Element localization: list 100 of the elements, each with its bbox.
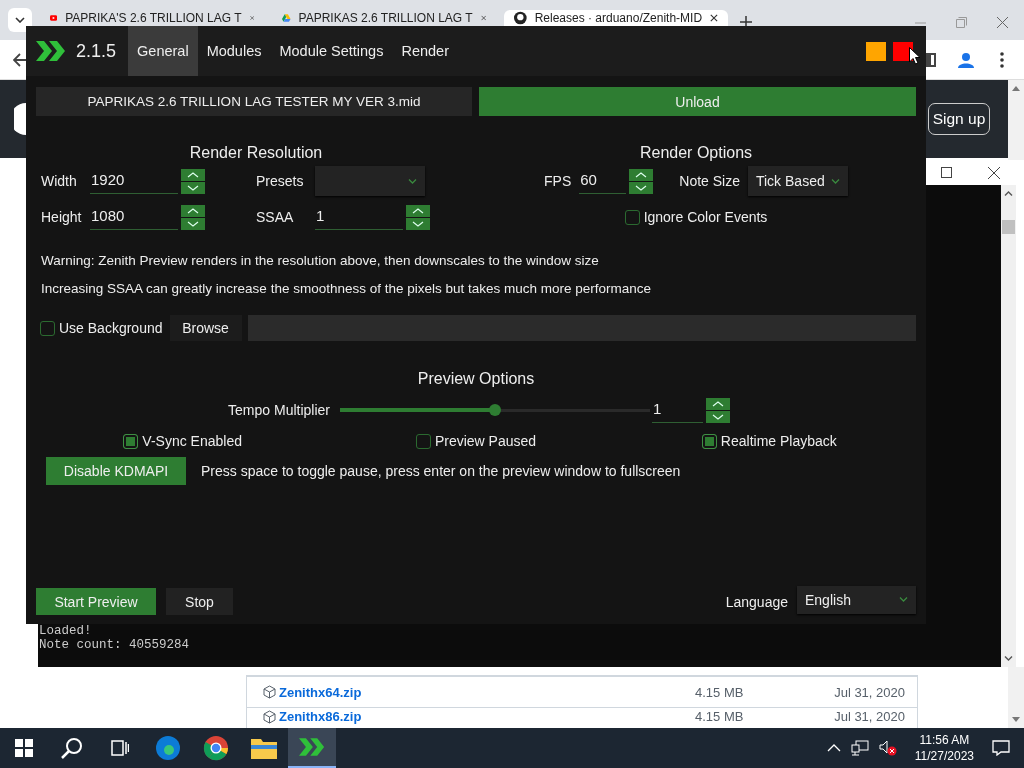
chevron-up-icon (1004, 191, 1013, 196)
close-icon[interactable] (988, 166, 1000, 179)
wave-browser-icon[interactable] (155, 735, 181, 761)
spin-down-button[interactable] (181, 217, 205, 230)
notification-icon[interactable] (992, 740, 1010, 756)
section-title: Render Options (638, 143, 754, 163)
spin-up-button[interactable] (706, 397, 730, 410)
checkbox-label: Preview Paused (434, 433, 537, 449)
section-title: Render Resolution (188, 143, 324, 163)
scrollbar[interactable] (1001, 185, 1016, 667)
scrollbar[interactable] (1008, 667, 1024, 728)
chevron-down-icon (187, 184, 199, 191)
browser-tab[interactable]: PAPRIKA'S 2.6 TRILLION LAG T (40, 10, 264, 26)
checkbox[interactable] (701, 433, 717, 449)
sign-up-button[interactable]: Sign up (928, 103, 990, 135)
chevron-down-icon (408, 178, 417, 184)
minimize-button[interactable] (866, 41, 886, 61)
slider-label: Tempo Multiplier (227, 402, 330, 418)
side-panel-icon[interactable] (926, 52, 936, 67)
tab[interactable]: Module Settings (270, 26, 393, 76)
clock-date[interactable]: 11/27/2023 (914, 748, 974, 764)
muted-speaker-icon[interactable] (878, 740, 897, 756)
asset-link[interactable]: Zenithx64.zip (263, 684, 362, 700)
browser-tab[interactable]: Releases · arduano/Zenith-MID (504, 10, 728, 26)
triangle-logo-icon (282, 11, 291, 25)
windows-start-icon[interactable] (15, 739, 33, 757)
field-label: FPS (544, 173, 572, 189)
spin-up-button[interactable] (181, 204, 205, 217)
spin-up-button[interactable] (406, 204, 430, 217)
field-label: Note Size (679, 173, 740, 189)
tab[interactable]: General (128, 26, 198, 76)
spin-down-button[interactable] (406, 217, 430, 230)
tab[interactable]: Render (392, 26, 458, 76)
chevron-up-icon[interactable] (826, 744, 841, 752)
chevron-down-icon (635, 184, 648, 191)
chevron-up-icon (187, 171, 199, 178)
tab-list-button[interactable] (8, 8, 32, 32)
taskbar-button[interactable] (288, 728, 336, 768)
network-icon[interactable] (850, 740, 869, 756)
checkbox[interactable] (415, 433, 431, 449)
maximize-icon[interactable] (941, 167, 952, 178)
clock-time[interactable]: 11:56 AM (919, 732, 970, 748)
chevron-up-icon (187, 207, 199, 214)
more-menu-icon[interactable] (1000, 51, 1004, 68)
mouse-pointer-icon (909, 47, 920, 65)
tab[interactable]: Modules (197, 26, 271, 76)
checkbox[interactable] (123, 433, 139, 449)
section-title: Preview Options (416, 369, 536, 389)
checkbox-label: V-Sync Enabled (142, 433, 242, 449)
chevron-up-icon (412, 207, 424, 214)
round-browser-icon[interactable] (203, 735, 229, 761)
number-field[interactable]: 1080 (90, 204, 178, 230)
chevron-down-icon (899, 597, 908, 602)
task-view-icon[interactable] (111, 740, 129, 756)
dropdown[interactable]: English (797, 585, 916, 614)
slider-thumb[interactable] (489, 404, 501, 416)
start-preview-button[interactable]: Start Preview (36, 588, 156, 615)
field-label: Language (725, 593, 788, 610)
number-field[interactable]: 60 (579, 168, 627, 194)
kdmapi-button[interactable]: Disable KDMAPI (46, 457, 186, 485)
unload-button[interactable]: Unload (479, 87, 916, 116)
scrollbar-thumb[interactable] (1002, 220, 1015, 234)
spin-down-button[interactable] (181, 181, 205, 194)
field-label: SSAA (256, 209, 295, 225)
browse-button[interactable]: Browse (169, 315, 242, 341)
package-icon (263, 685, 276, 699)
back-arrow-icon[interactable] (13, 52, 26, 67)
console-line: Note count: 40559284 (39, 638, 191, 652)
number-field[interactable]: 1 (315, 204, 403, 230)
close-icon[interactable] (710, 13, 718, 23)
dropdown[interactable]: Tick Based (747, 166, 848, 196)
checkbox[interactable] (624, 209, 640, 225)
logo-icon (14, 103, 26, 135)
arrow-down-icon (1012, 717, 1020, 722)
chevron-down-icon (15, 17, 25, 23)
search-icon[interactable] (61, 737, 83, 759)
round-logo-icon (514, 10, 527, 26)
browser-tab[interactable]: PAPRIKAS 2.6 TRILLION LAG T (272, 10, 496, 26)
asset-link[interactable]: Zenithx86.zip (263, 709, 362, 724)
checkbox[interactable] (40, 320, 55, 336)
number-field[interactable]: 1920 (90, 168, 178, 194)
scrollbar[interactable] (1008, 80, 1024, 160)
spin-down-button[interactable] (629, 181, 654, 194)
chevron-logo-icon (36, 41, 66, 61)
spin-down-button[interactable] (706, 410, 730, 423)
release-date: Jul 31, 2020 (833, 709, 905, 724)
hint-text: Press space to toggle pause, press enter on the preview window to fullscreen (201, 463, 681, 479)
folder-icon[interactable] (251, 737, 277, 759)
checkbox-label: Ignore Color Events (643, 209, 768, 225)
number-field[interactable]: 1 (652, 397, 703, 423)
field-label: Height (40, 209, 83, 225)
profile-icon[interactable] (958, 51, 974, 68)
chevron-up-icon (712, 400, 724, 407)
chevron-down-icon (1004, 656, 1013, 661)
stop-button[interactable]: Stop (166, 588, 233, 615)
chevron-down-icon (830, 178, 840, 184)
spin-up-button[interactable] (181, 168, 205, 181)
version-label: 2.1.5 (76, 40, 117, 62)
spin-up-button[interactable] (629, 168, 654, 181)
chevron-down-icon (187, 220, 199, 227)
